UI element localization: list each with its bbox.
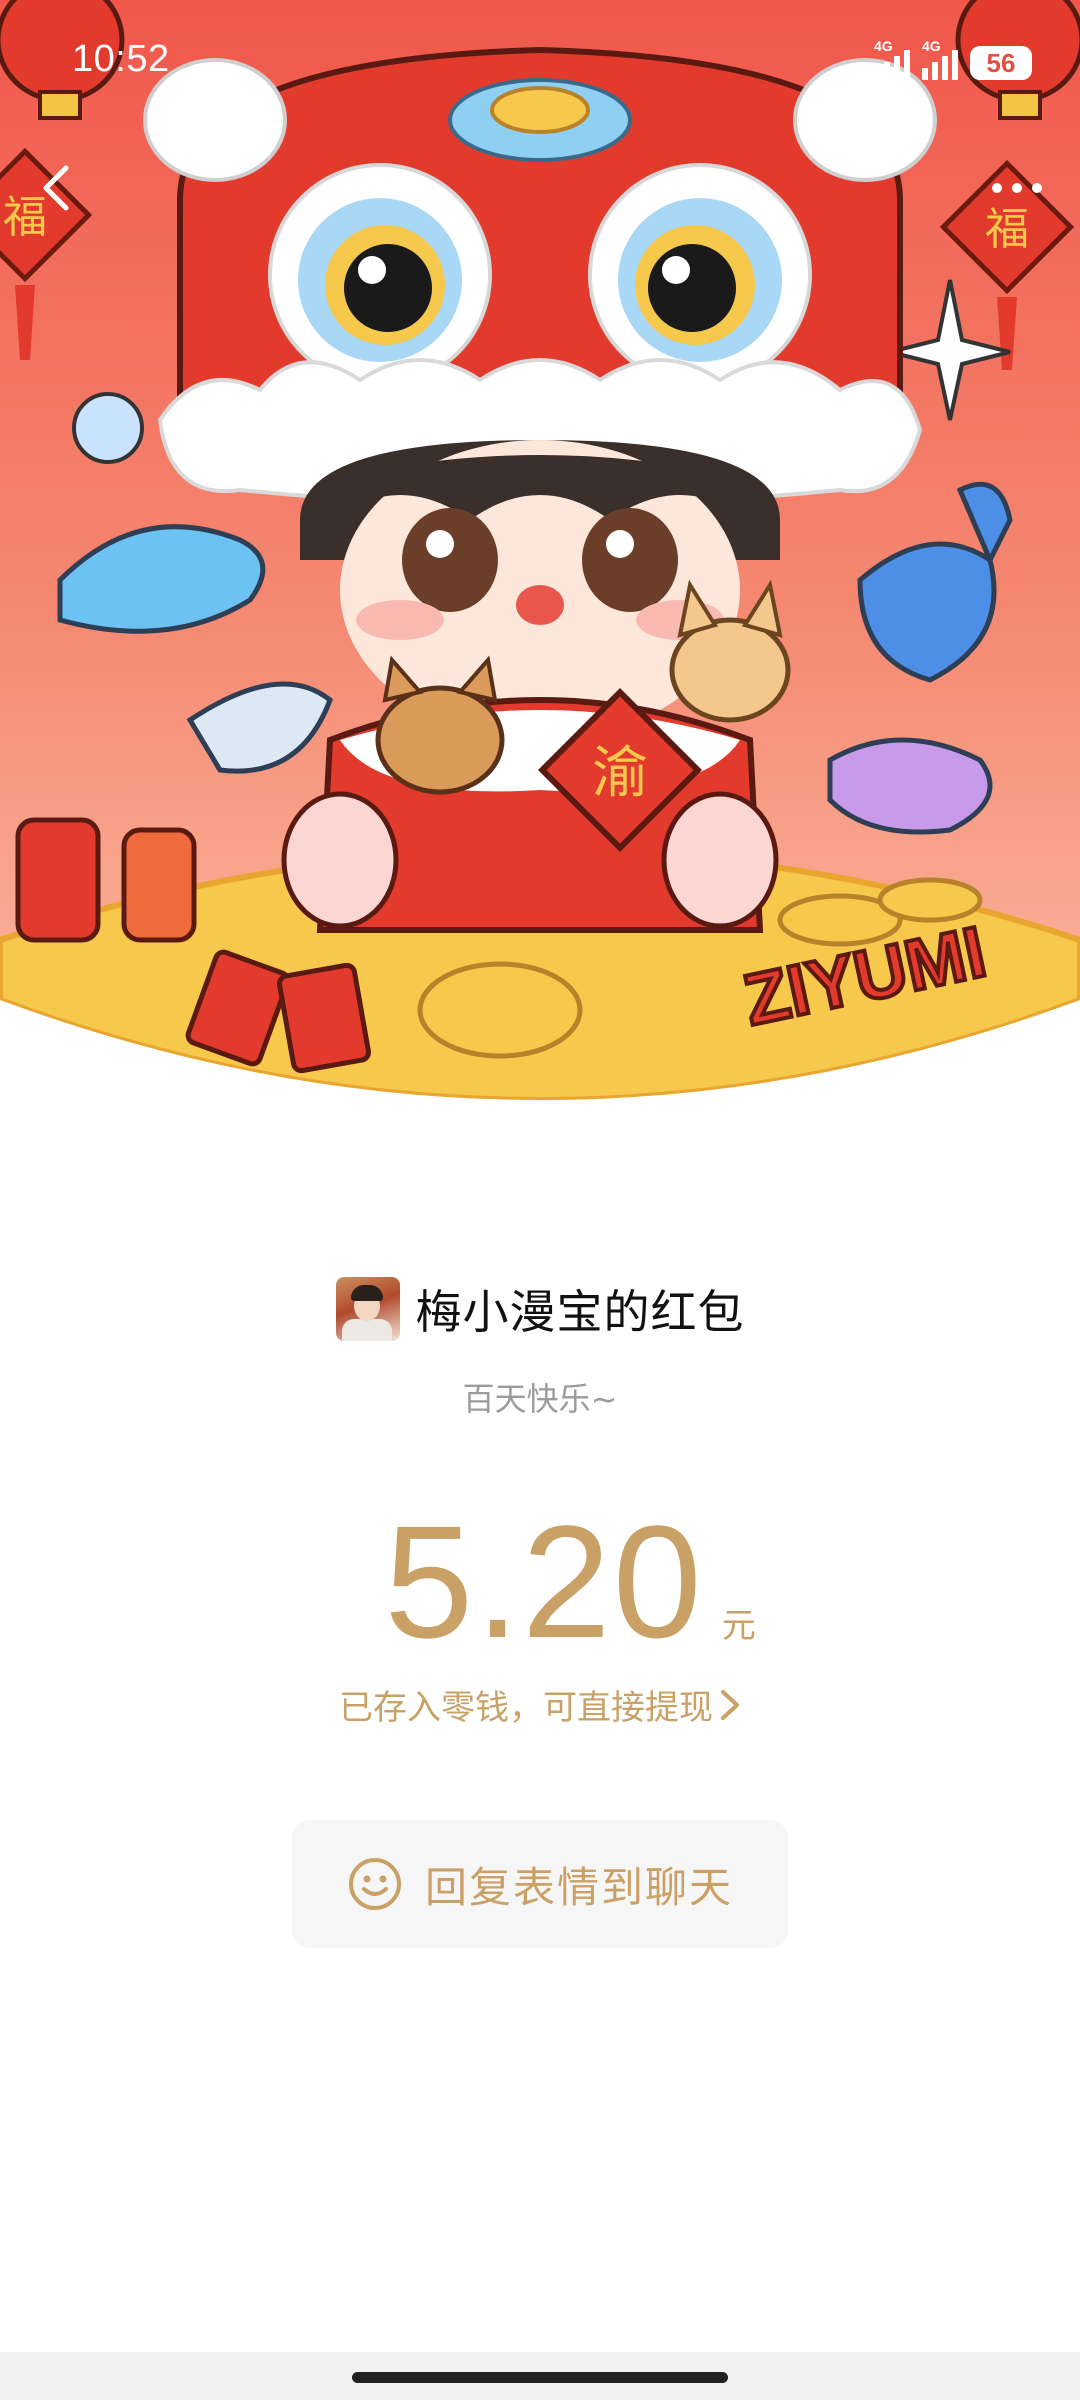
sender-row: 梅小漫宝的红包 [0,1276,1080,1342]
sender-title: 梅小漫宝的红包 [415,1285,745,1339]
reply-button-label: 回复表情到聊天 [424,1862,733,1912]
wallet-link[interactable]: 已存入零钱，可直接提现 [0,1680,1080,1731]
stored-notice: 已存入零钱，可直接提现 [339,1688,713,1728]
home-indicator[interactable] [352,2372,728,2383]
status-icons: 4G 4G 56 [874,38,1032,80]
status-bar: 10:52 4G 4G 56 [0,0,1080,120]
amount-row: 5.20 元 [0,1490,1080,1674]
battery-icon: 56 [970,46,1032,80]
amount-value: 5.20 [384,1492,704,1671]
more-dots-icon [992,183,1042,193]
cover-illustration: 福 福 渝 ZIYUMI [0,0,1080,1140]
red-packet-cover: 福 福 渝 ZIYUMI 10:52 4G 4G 56 [0,0,1080,1140]
network-label: 4G [922,38,941,54]
avatar [335,1277,400,1341]
currency-unit: 元 [721,1606,756,1646]
more-button[interactable] [982,158,1052,218]
svg-text:渝: 渝 [592,741,648,806]
reply-sticker-button[interactable]: 回复表情到聊天 [292,1820,788,1948]
smile-icon [348,1858,401,1910]
network-label: 4G [874,38,893,54]
signal-icon: 4G [922,38,958,80]
chevron-right-icon [719,1688,741,1731]
signal-icon: 4G [874,38,910,80]
greeting-message: 百天快乐~ [462,1380,618,1418]
back-button[interactable] [28,158,88,218]
status-time: 10:52 [72,38,170,80]
chevron-left-icon [43,165,69,211]
